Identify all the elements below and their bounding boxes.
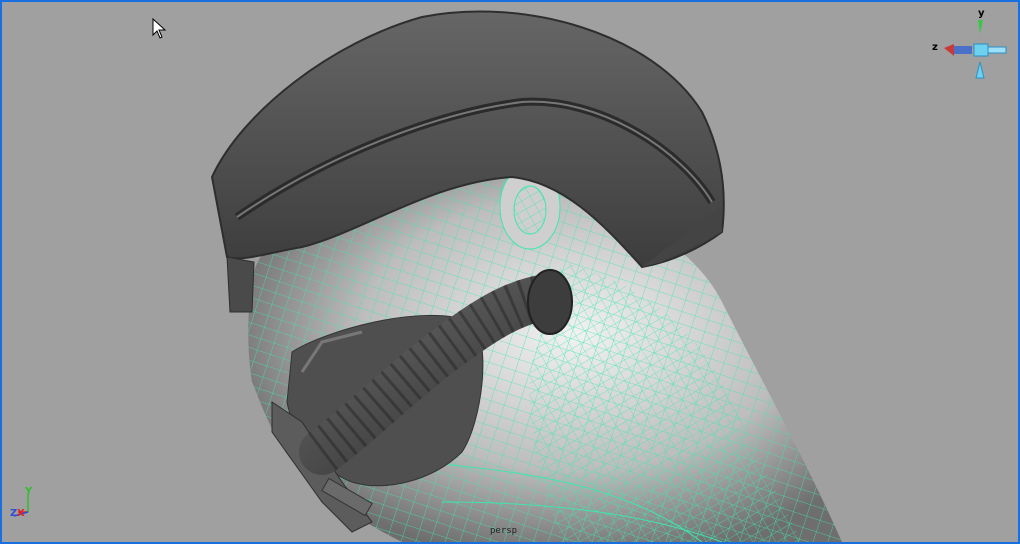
view-cube-icon[interactable]	[932, 8, 1012, 84]
axis-y-label: Y	[25, 486, 33, 497]
axis-gizmo: Z X Y	[10, 486, 40, 520]
axis-x-label: X	[17, 508, 25, 519]
3d-scene[interactable]	[2, 2, 1018, 542]
viewport-hud-label: persp	[490, 526, 518, 536]
perspective-viewport[interactable]: y z Z X Y persp	[0, 0, 1020, 544]
arrow-cursor-icon	[152, 18, 167, 39]
view-cube[interactable]: y z	[932, 8, 1012, 84]
